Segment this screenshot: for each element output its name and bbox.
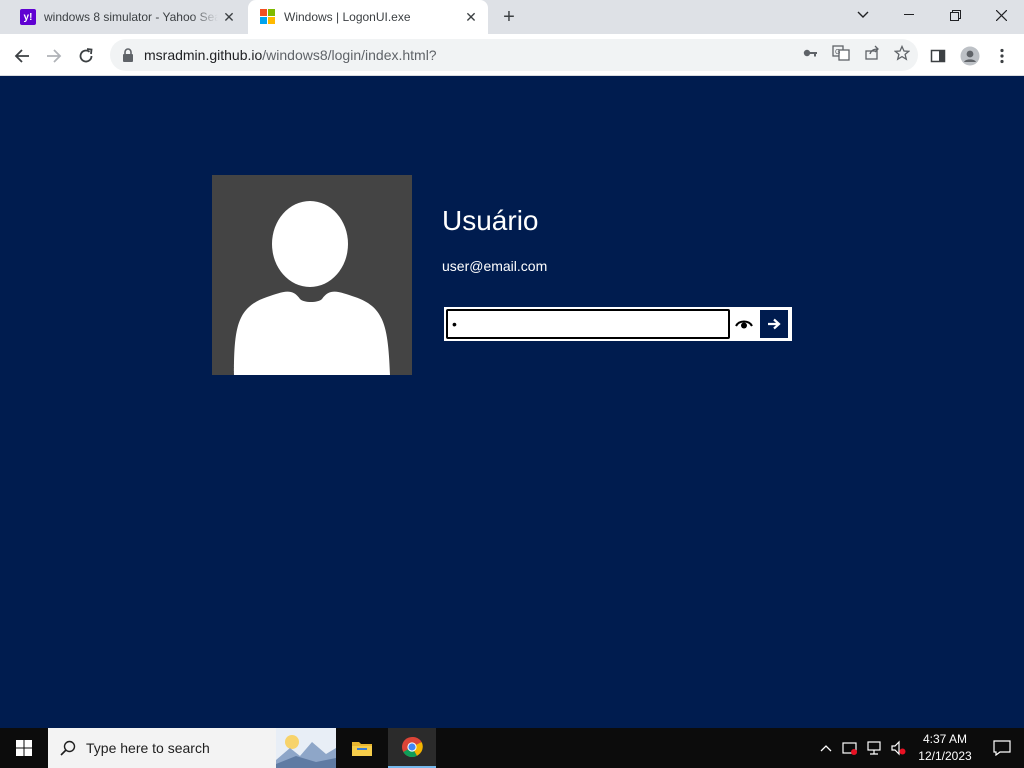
clock-date: 12/1/2023 [918, 749, 972, 763]
user-avatar [212, 175, 412, 375]
reveal-password-eye-icon[interactable] [730, 309, 758, 339]
bookmark-star-icon[interactable] [893, 44, 911, 66]
browser-tab-strip: y! windows 8 simulator - Yahoo Search ✕ … [0, 0, 1024, 34]
profile-avatar-icon[interactable] [956, 42, 984, 70]
lock-icon[interactable] [122, 48, 134, 62]
windows-start-icon [16, 740, 32, 756]
new-tab-button[interactable]: + [496, 4, 522, 30]
back-button[interactable] [8, 42, 36, 70]
side-panel-button[interactable] [924, 42, 952, 70]
system-tray: 4:37 AM 12/1/2023 [814, 728, 1024, 768]
file-explorer-icon[interactable] [338, 728, 386, 768]
window-controls [840, 0, 1024, 30]
taskbar-clock[interactable]: 4:37 AM 12/1/2023 [910, 731, 980, 765]
yahoo-icon: y! [20, 9, 36, 25]
show-hidden-icons-chevron-icon[interactable] [814, 744, 838, 752]
close-tab-icon[interactable]: ✕ [460, 6, 482, 28]
windows-logo-icon [260, 9, 276, 25]
tab-logonui[interactable]: Windows | LogonUI.exe ✕ [248, 0, 488, 34]
notifications-icon[interactable] [980, 728, 1024, 768]
tab-yahoo-search[interactable]: y! windows 8 simulator - Yahoo Search ✕ [8, 0, 246, 34]
restore-button[interactable] [932, 0, 978, 30]
network-icon[interactable] [862, 740, 886, 756]
minimize-button[interactable] [886, 0, 932, 30]
share-icon[interactable] [864, 45, 880, 66]
search-icon [60, 740, 76, 756]
user-email: user@email.com [442, 258, 548, 274]
url-host: msradmin.github.io [144, 47, 263, 63]
svg-text:G: G [835, 49, 840, 56]
password-key-icon[interactable] [802, 45, 818, 66]
tab-title: windows 8 simulator - Yahoo Search [44, 10, 218, 24]
tab-search-chevron-icon[interactable] [840, 0, 886, 30]
user-display-name: Usuário [442, 205, 539, 236]
reload-button[interactable] [72, 42, 100, 70]
chrome-icon[interactable] [388, 728, 436, 768]
close-window-button[interactable] [978, 0, 1024, 30]
close-tab-icon[interactable]: ✕ [218, 6, 240, 28]
clock-time: 4:37 AM [922, 732, 968, 746]
tray-app-icon[interactable] [838, 740, 862, 756]
url-text: msradmin.github.io/windows8/login/index.… [144, 47, 437, 63]
arrow-right-icon [768, 318, 781, 330]
url-path: /windows8/login/index.html? [262, 47, 437, 63]
browser-menu-icon[interactable] [988, 42, 1016, 70]
start-button[interactable] [0, 728, 48, 768]
omnibox-actions: G [802, 39, 911, 71]
translate-icon[interactable]: G [832, 44, 850, 66]
windows-taskbar: Type here to search 4:37 AM 12/1/2023 [0, 728, 1024, 768]
submit-arrow-button[interactable] [760, 310, 788, 338]
default-user-silhouette-icon [234, 201, 390, 375]
taskbar-search-box[interactable]: Type here to search [48, 728, 336, 768]
address-bar[interactable]: msradmin.github.io/windows8/login/index.… [110, 39, 918, 71]
forward-button[interactable] [40, 42, 68, 70]
password-input[interactable] [446, 309, 730, 339]
login-screen: Usuário user@email.com [0, 77, 1024, 728]
password-box [444, 307, 792, 341]
tab-title: Windows | LogonUI.exe [284, 10, 411, 24]
volume-muted-icon[interactable] [886, 740, 910, 756]
search-highlight-illustration [276, 728, 336, 768]
search-placeholder: Type here to search [86, 740, 210, 756]
browser-toolbar: msradmin.github.io/windows8/login/index.… [0, 34, 1024, 76]
